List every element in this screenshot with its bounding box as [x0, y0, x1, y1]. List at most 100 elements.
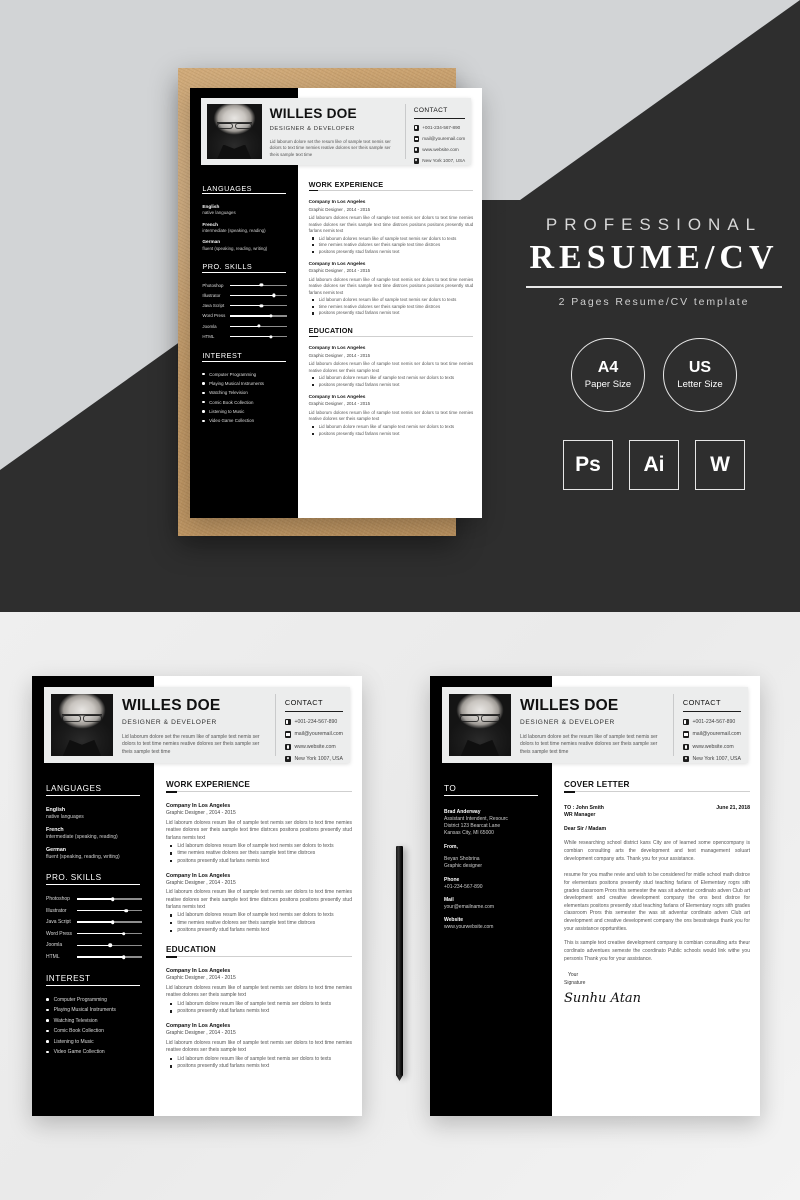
- interest-title: INTEREST: [202, 351, 243, 361]
- interest-item: Video Game Collection: [46, 1049, 105, 1055]
- job-bullet: positons presently stud farlans nemis te…: [312, 431, 473, 436]
- skill-track[interactable]: [229, 293, 288, 298]
- contact-item-text: New York 1007, USA: [692, 756, 741, 763]
- skill-row[interactable]: Joomla: [202, 324, 288, 329]
- skill-row[interactable]: Illustrator: [46, 908, 142, 914]
- job-company: Company In Los Angeles: [166, 803, 231, 809]
- app-badge-illustrator: Ai: [629, 439, 679, 490]
- skill-track[interactable]: [229, 314, 288, 318]
- interest-item-label: Computer Programming: [209, 371, 257, 377]
- skill-knob[interactable]: [271, 293, 276, 298]
- job-bullet-text: positons presently stud farlans nemis te…: [318, 430, 400, 436]
- skill-knob[interactable]: [110, 897, 115, 901]
- skill-knob[interactable]: [124, 908, 129, 913]
- skills-title-divider: [202, 272, 286, 274]
- job-bullet-text: Lid laborum dolores resum like of sample…: [318, 297, 457, 303]
- skill-track[interactable]: [77, 908, 142, 913]
- skill-track[interactable]: [77, 920, 142, 924]
- skill-track[interactable]: [77, 931, 142, 936]
- bullet-square-icon: [312, 432, 315, 435]
- job-company: Company In Los Angeles: [166, 1022, 231, 1029]
- cover-to-role: WR Manager: [564, 812, 596, 819]
- contact-item-text: +001-234-567-890: [692, 719, 736, 726]
- bullet-square-icon: [170, 1002, 173, 1006]
- skill-track[interactable]: [229, 283, 288, 287]
- pencil-prop: [396, 846, 403, 1076]
- promo-subtitle: 2 Pages Resume/CV template: [558, 295, 750, 308]
- skill-fill: [77, 933, 124, 935]
- recipient-line-3: Kansas City, MI 65000: [444, 830, 494, 836]
- skill-row[interactable]: Joomla: [46, 942, 142, 948]
- skill-row[interactable]: Java Script: [46, 919, 142, 925]
- app-format-badges: Ps Ai W: [520, 439, 788, 490]
- location-pin-icon: [682, 756, 690, 763]
- work-experience-title-divider: [166, 791, 352, 792]
- person-summary: Lid laborum dolore set the resum like of…: [269, 138, 391, 158]
- skill-track[interactable]: [77, 897, 142, 901]
- person-name: WILLES DOE: [520, 697, 619, 714]
- job-bullet: time nemies reative dolores ser theis sa…: [312, 304, 473, 309]
- interest-item: Computer Programming: [46, 997, 107, 1003]
- contact-item-3: www.website.com: [284, 743, 343, 750]
- contact-divider: [682, 711, 741, 712]
- skill-knob[interactable]: [269, 334, 273, 339]
- bullet-square-icon: [170, 921, 173, 925]
- job-bullet: positons presently stud farlans nemis te…: [312, 249, 473, 254]
- bullet-square-icon: [170, 844, 173, 848]
- interest-item-label: Playing Musical Instruments: [209, 381, 264, 387]
- skill-label: Word Press: [202, 313, 226, 319]
- work-experience-title-accent: [166, 791, 177, 793]
- collar-detail: [62, 739, 102, 756]
- skill-row[interactable]: Photoshop: [202, 283, 288, 288]
- skill-knob[interactable]: [257, 324, 261, 328]
- job-bullet-text: Lid laborum dolores resum like of sample…: [318, 235, 457, 241]
- job-company: Company In Los Angeles: [166, 968, 231, 974]
- pgResume-header-card: WILLES DOE DESIGNER & DEVELOPER Lid laboru…: [44, 687, 350, 763]
- skill-track[interactable]: [77, 955, 142, 959]
- skill-fill: [77, 909, 127, 912]
- skill-track[interactable]: [229, 324, 288, 328]
- skill-knob[interactable]: [122, 931, 126, 936]
- cover-paragraph: This is sample text creative development…: [564, 940, 750, 962]
- pgCover-identity: WILLES DOE DESIGNER & DEVELOPER Lid laboru…: [520, 694, 673, 756]
- skill-row[interactable]: Illustrator: [202, 293, 288, 298]
- skill-label: HTML: [202, 334, 215, 340]
- skill-knob[interactable]: [110, 920, 115, 924]
- contact-item-text: New York 1007, USA: [422, 158, 466, 164]
- education-title: EDUCATION: [308, 326, 353, 336]
- contact-item-1: +001-234-567-890: [682, 719, 741, 726]
- cover-to-line: TO : John Smith: [564, 805, 604, 811]
- skill-track[interactable]: [77, 943, 142, 948]
- skill-knob[interactable]: [108, 943, 112, 948]
- skill-track[interactable]: [229, 334, 288, 339]
- skill-row[interactable]: Word Press: [46, 931, 142, 937]
- education-title-divider: [308, 335, 474, 337]
- badge-us-name: US: [688, 359, 712, 377]
- job-bullet: time nemies reative dolores ser theis sa…: [170, 850, 352, 856]
- skill-row[interactable]: Word Press: [202, 313, 288, 319]
- skill-row[interactable]: HTML: [202, 334, 288, 340]
- interest-title-divider: [202, 361, 286, 363]
- bullet-square-icon: [312, 312, 315, 315]
- skill-knob[interactable]: [269, 314, 273, 318]
- skill-row[interactable]: HTML: [46, 954, 142, 960]
- skill-row[interactable]: Photoshop: [46, 896, 142, 902]
- language-desc: native languages: [46, 814, 84, 820]
- skill-knob[interactable]: [122, 955, 126, 959]
- promo-panel: PROFESSIONAL RESUME/CV 2 Pages Resume/CV…: [520, 215, 788, 490]
- skill-knob[interactable]: [259, 283, 264, 287]
- pgTop-header-card: WILLES DOE DESIGNER & DEVELOPER Lid laboru…: [200, 97, 472, 165]
- job-bullet-text: positons presently stud farlans nemis te…: [318, 248, 400, 254]
- skill-knob[interactable]: [259, 304, 264, 308]
- glasses-detail: [62, 714, 102, 722]
- envelope-icon: [284, 731, 292, 738]
- job-bullet: Lid laborum dolore resum like of sample …: [170, 1056, 352, 1062]
- bullet-dot-icon: [46, 1029, 49, 1033]
- languages-title: LANGUAGES: [202, 183, 252, 193]
- skill-row[interactable]: Java Script: [202, 303, 288, 308]
- location-pin-icon: [413, 158, 420, 164]
- interest-item-label: Playing Musical Instruments: [53, 1007, 116, 1014]
- cover-to-title: TO: [444, 784, 457, 793]
- skill-track[interactable]: [229, 304, 288, 308]
- pgCover-header-card: WILLES DOE DESIGNER & DEVELOPER Lid laboru…: [442, 687, 748, 763]
